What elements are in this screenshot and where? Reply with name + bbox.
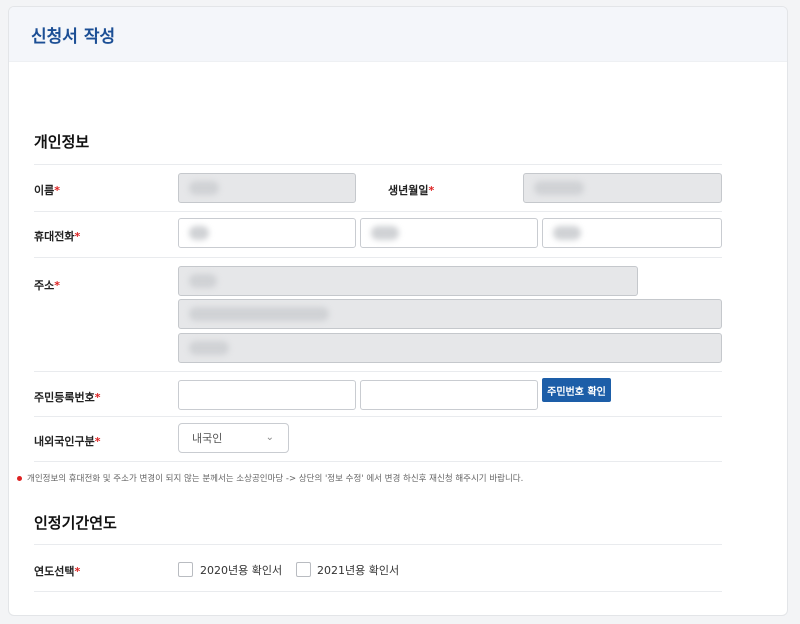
address-detail-field[interactable] xyxy=(178,333,722,363)
rrn-row: 주민등록번호* 주민번호 확인 xyxy=(34,372,722,417)
info-note: 개인정보의 휴대전화 및 주소가 변경이 되지 않는 분께서는 소상공인마당 -… xyxy=(17,472,523,484)
checkbox-2021-label[interactable]: 2021년용 확인서 xyxy=(317,562,399,578)
checkbox-2020[interactable] xyxy=(178,562,193,577)
chevron-down-icon: ⌄ xyxy=(265,432,274,443)
nationality-label: 내외국인구분* xyxy=(34,435,101,448)
nationality-value: 내국인 xyxy=(192,432,223,445)
phone-label: 휴대전화* xyxy=(34,230,81,243)
address-label: 주소* xyxy=(34,279,61,292)
rrn-field-1[interactable] xyxy=(178,380,356,410)
section-title-year: 인정기간연도 xyxy=(34,514,117,532)
rrn-verify-button[interactable]: 주민번호 확인 xyxy=(542,378,611,402)
section-title-personal: 개인정보 xyxy=(34,133,90,151)
info-note-text: 개인정보의 휴대전화 및 주소가 변경이 되지 않는 분께서는 소상공인마당 -… xyxy=(27,474,524,484)
card-header: 신청서 작성 xyxy=(9,7,787,62)
year-row: 연도선택* 2020년용 확인서 2021년용 확인서 xyxy=(34,544,722,592)
nationality-row: 내외국인구분* 내국인 ⌄ xyxy=(34,417,722,462)
phone-field-1[interactable] xyxy=(178,218,356,248)
birth-label: 생년월일* xyxy=(388,184,435,197)
name-row: 이름* 생년월일* xyxy=(34,164,722,212)
address-row: 주소* xyxy=(34,258,722,372)
rrn-label: 주민등록번호* xyxy=(34,391,101,404)
checkbox-2020-label[interactable]: 2020년용 확인서 xyxy=(200,562,282,578)
address-field[interactable] xyxy=(178,299,722,329)
year-label: 연도선택* xyxy=(34,565,81,578)
name-label: 이름* xyxy=(34,184,61,197)
bullet-icon xyxy=(17,475,22,481)
application-card: 신청서 작성 개인정보 이름* 생년월일* 휴대전화* 주소* 주민등록번호* … xyxy=(8,6,788,616)
phone-field-3[interactable] xyxy=(542,218,722,248)
phone-row: 휴대전화* xyxy=(34,211,722,258)
postal-code-field[interactable] xyxy=(178,266,638,296)
birth-field[interactable] xyxy=(523,173,722,203)
checkbox-2021[interactable] xyxy=(296,562,311,577)
phone-field-2[interactable] xyxy=(360,218,538,248)
nationality-select[interactable]: 내국인 ⌄ xyxy=(178,423,289,453)
rrn-field-2[interactable] xyxy=(360,380,538,410)
page-title: 신청서 작성 xyxy=(31,26,116,47)
name-field[interactable] xyxy=(178,173,356,203)
